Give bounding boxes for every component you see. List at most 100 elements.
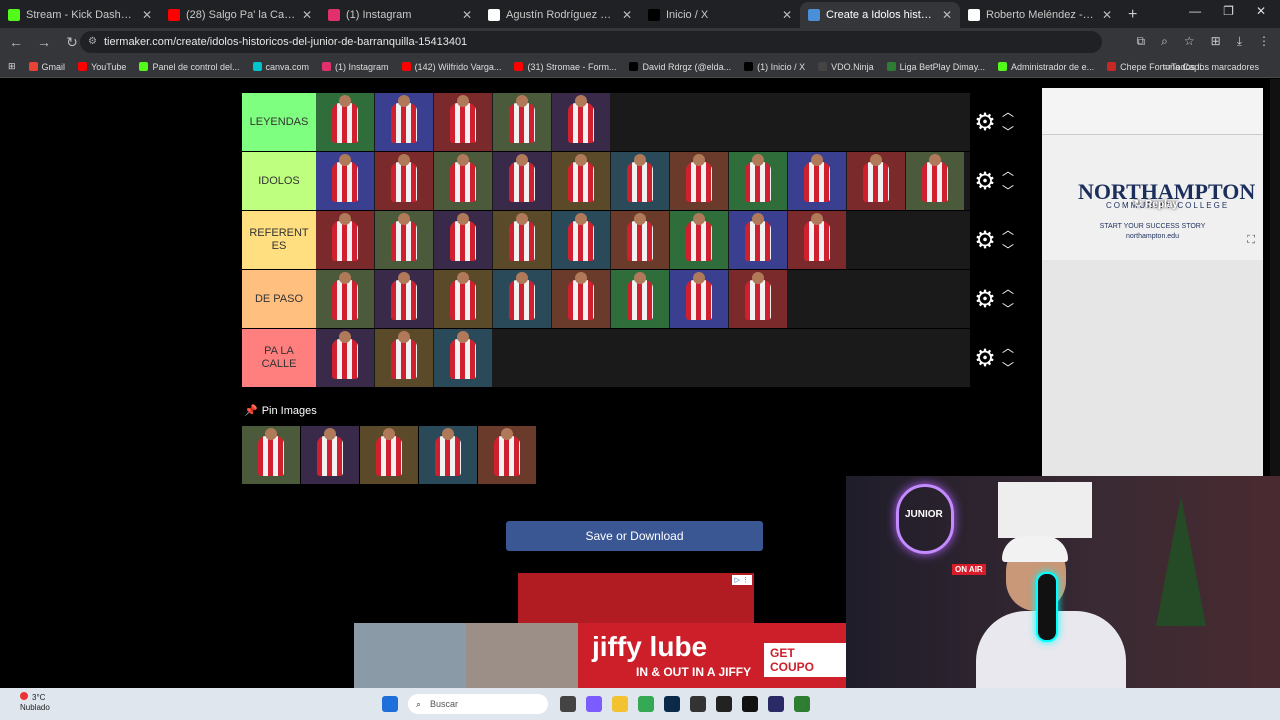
player-image[interactable]	[729, 211, 787, 269]
player-image[interactable]	[729, 270, 787, 328]
player-image[interactable]	[788, 211, 846, 269]
chevron-up-icon[interactable]: ︿	[1002, 102, 1014, 122]
maximize-icon[interactable]: ❐	[1223, 4, 1234, 18]
tab-4[interactable]: Inicio / X ✕	[640, 2, 800, 28]
tab-1[interactable]: (28) Salgo Pa' la Calle - YouTub ✕	[160, 2, 320, 28]
player-image[interactable]	[375, 152, 433, 210]
site-info-icon[interactable]: ⚙	[88, 31, 97, 53]
bookmark-6[interactable]: (31) Stromae - Form...	[514, 62, 616, 72]
chrome-icon[interactable]	[638, 696, 654, 712]
tier-label[interactable]: LEYENDAS	[242, 93, 316, 151]
bookmark-0[interactable]: Gmail	[28, 62, 65, 72]
task-view-icon[interactable]	[560, 696, 576, 712]
bookmark-11[interactable]: Administrador de e...	[998, 62, 1094, 72]
close-tab-icon[interactable]: ✕	[622, 8, 632, 22]
bookmark-8[interactable]: (1) Inicio / X	[744, 62, 805, 72]
player-image[interactable]	[316, 329, 374, 387]
player-image[interactable]	[552, 270, 610, 328]
player-image[interactable]	[906, 152, 964, 210]
player-image[interactable]	[788, 152, 846, 210]
photoshop-icon[interactable]	[664, 696, 680, 712]
copilot-icon[interactable]	[586, 696, 602, 712]
pool-player-image[interactable]	[478, 426, 536, 484]
chevron-down-icon[interactable]: ﹀	[1002, 299, 1014, 319]
ad-choices-icon[interactable]: ▷ ⋮	[731, 575, 752, 585]
tier-label[interactable]: PA LA CALLE	[242, 329, 316, 387]
back-icon[interactable]: ←	[4, 34, 28, 50]
chevron-down-icon[interactable]: ﹀	[1002, 358, 1014, 378]
player-image[interactable]	[493, 93, 551, 151]
zoom-icon[interactable]: ⌕	[1161, 34, 1168, 49]
get-coupon-button[interactable]: GET COUPO	[764, 643, 846, 677]
tab-3[interactable]: Agustín Rodríguez Rosano - W ✕	[480, 2, 640, 28]
tab-0[interactable]: Stream - Kick Dashboard ✕	[0, 2, 160, 28]
pool-player-image[interactable]	[419, 426, 477, 484]
minimize-icon[interactable]: —	[1189, 4, 1201, 18]
chevron-up-icon[interactable]: ︿	[1002, 338, 1014, 358]
nvidia-icon[interactable]	[794, 696, 810, 712]
chevron-down-icon[interactable]: ﹀	[1002, 181, 1014, 201]
player-image[interactable]	[729, 152, 787, 210]
player-image[interactable]	[552, 152, 610, 210]
player-image[interactable]	[316, 93, 374, 151]
player-image[interactable]	[670, 152, 728, 210]
pin-images-toggle[interactable]: 📌 Pin Images	[244, 404, 317, 417]
forward-icon[interactable]: →	[32, 34, 56, 50]
player-image[interactable]	[434, 270, 492, 328]
player-image[interactable]	[375, 211, 433, 269]
gear-icon[interactable]: ⚙	[970, 344, 1000, 373]
player-image[interactable]	[493, 211, 551, 269]
player-image[interactable]	[552, 93, 610, 151]
url-field[interactable]: ⚙ tiermaker.com/create/idolos-historicos-…	[80, 31, 1102, 53]
bookmark-5[interactable]: (142) Wilfrido Varga...	[401, 62, 501, 72]
save-button[interactable]: Save or Download	[506, 521, 763, 551]
apps-icon[interactable]: ⊞	[8, 61, 16, 72]
bookmark-7[interactable]: David Rdrgz (@elda...	[629, 62, 731, 72]
app-icon[interactable]	[716, 696, 732, 712]
ad-banner-northampton[interactable]: NORTHAMPTON COMMUNITY COLLEGE START YOUR…	[1042, 135, 1263, 260]
extensions-icon[interactable]: ⊞	[1211, 34, 1221, 49]
side-ad[interactable]: NORTHAMPTON COMMUNITY COLLEGE START YOUR…	[1042, 88, 1263, 476]
player-image[interactable]	[434, 152, 492, 210]
pool-player-image[interactable]	[360, 426, 418, 484]
player-image[interactable]	[611, 270, 669, 328]
close-window-icon[interactable]: ✕	[1256, 4, 1266, 18]
new-tab-icon[interactable]: +	[1128, 6, 1137, 24]
player-image[interactable]	[493, 152, 551, 210]
gear-icon[interactable]: ⚙	[970, 167, 1000, 196]
player-image[interactable]	[552, 211, 610, 269]
menu-icon[interactable]: ⋮	[1258, 34, 1270, 49]
fullscreen-icon[interactable]: ⛶	[1247, 234, 1255, 247]
tab-6[interactable]: Roberto Meléndez - Wikipedia, ✕	[960, 2, 1120, 28]
replay-button[interactable]: ↻ Replay	[1134, 199, 1178, 210]
player-image[interactable]	[375, 93, 433, 151]
bookmark-10[interactable]: Liga BetPlay Dimay...	[886, 62, 985, 72]
close-tab-icon[interactable]: ✕	[1102, 8, 1112, 22]
close-tab-icon[interactable]: ✕	[942, 8, 952, 22]
player-image[interactable]	[670, 270, 728, 328]
chevron-up-icon[interactable]: ︿	[1002, 161, 1014, 181]
player-image[interactable]	[434, 93, 492, 151]
gear-icon[interactable]: ⚙	[970, 285, 1000, 314]
gear-icon[interactable]: ⚙	[970, 108, 1000, 137]
chevron-up-icon[interactable]: ︿	[1002, 279, 1014, 299]
close-tab-icon[interactable]: ✕	[782, 8, 792, 22]
close-tab-icon[interactable]: ✕	[142, 8, 152, 22]
player-image[interactable]	[611, 152, 669, 210]
player-image[interactable]	[316, 152, 374, 210]
tier-label[interactable]: DE PASO	[242, 270, 316, 328]
bookmark-4[interactable]: (1) Instagram	[322, 62, 389, 72]
close-tab-icon[interactable]: ✕	[302, 8, 312, 22]
player-image[interactable]	[611, 211, 669, 269]
weather-widget[interactable]: 3°C Nublado	[20, 692, 50, 713]
bottom-ad[interactable]: jiffy lube IN & OUT IN A JIFFY GET COUPO	[354, 623, 846, 688]
player-image[interactable]	[670, 211, 728, 269]
windows-start-icon[interactable]	[382, 696, 398, 712]
player-image[interactable]	[375, 270, 433, 328]
bookmark-2[interactable]: Panel de control del...	[139, 62, 240, 72]
download-icon[interactable]: ⤓	[1237, 34, 1242, 49]
chevron-up-icon[interactable]: ︿	[1002, 220, 1014, 240]
chevron-down-icon[interactable]: ﹀	[1002, 240, 1014, 260]
tiktok-icon[interactable]	[742, 696, 758, 712]
player-image[interactable]	[493, 270, 551, 328]
